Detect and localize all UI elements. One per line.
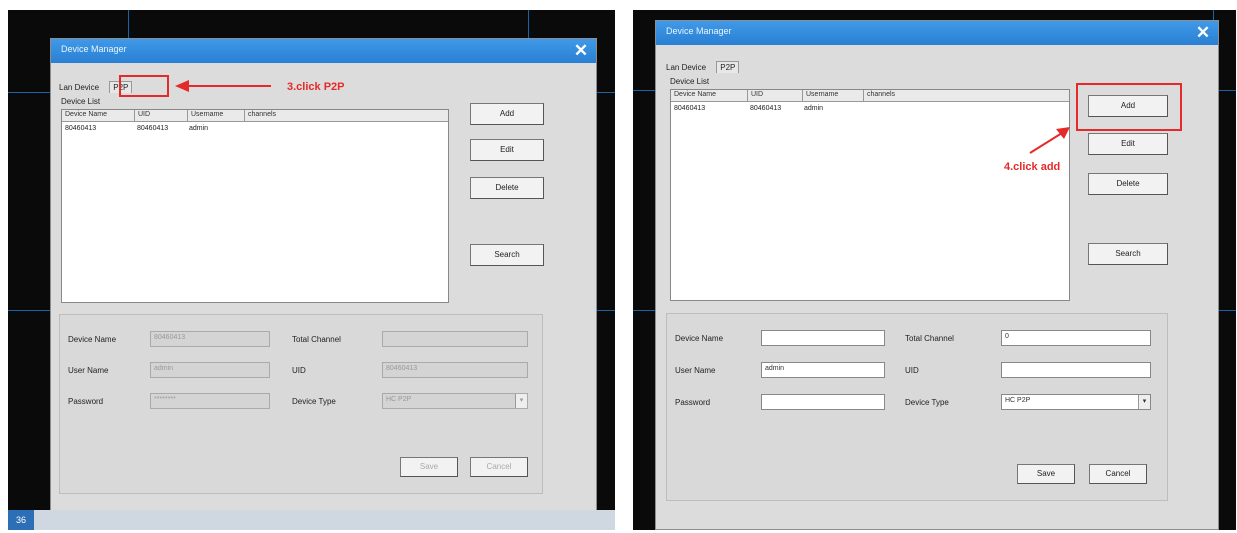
save-button[interactable]: Save bbox=[400, 457, 458, 477]
edit-button[interactable]: Edit bbox=[470, 139, 544, 161]
user-name-label: User Name bbox=[675, 366, 716, 375]
taskbar: 36 bbox=[8, 510, 615, 530]
table-row[interactable]: 80460413 80460413 admin bbox=[62, 122, 448, 132]
device-name-field[interactable]: 80460413 bbox=[150, 331, 270, 347]
cell-username: admin bbox=[189, 125, 209, 132]
cell-channels bbox=[242, 125, 448, 132]
arrow-icon bbox=[1029, 127, 1070, 154]
device-list-label: Device List bbox=[61, 97, 101, 106]
device-name-field[interactable] bbox=[761, 330, 885, 346]
chevron-down-icon[interactable]: ▾ bbox=[515, 394, 527, 408]
device-type-value: HC P2P bbox=[386, 396, 412, 403]
column-header-device-name[interactable]: Device Name bbox=[671, 90, 748, 101]
table-header: Device Name UID Username channels bbox=[62, 110, 448, 122]
delete-button[interactable]: Delete bbox=[1088, 173, 1168, 195]
right-screenshot-panel: Device Manager ✕ Lan Device P2P Device L… bbox=[633, 10, 1236, 530]
uid-field[interactable] bbox=[1001, 362, 1151, 378]
column-header-channels[interactable]: channels bbox=[864, 90, 1069, 101]
search-button[interactable]: Search bbox=[1088, 243, 1168, 265]
annotation-step-4: 4.click add bbox=[1004, 161, 1061, 173]
tab-lan-device[interactable]: Lan Device bbox=[666, 63, 706, 72]
device-list-label: Device List bbox=[670, 77, 710, 86]
password-label: Password bbox=[68, 397, 104, 406]
column-header-device-name[interactable]: Device Name bbox=[62, 110, 135, 121]
device-type-select[interactable]: HC P2P ▾ bbox=[382, 393, 528, 409]
edit-button[interactable]: Edit bbox=[1088, 133, 1168, 155]
column-header-uid[interactable]: UID bbox=[748, 90, 803, 101]
password-field[interactable]: ******** bbox=[150, 393, 270, 409]
save-button[interactable]: Save bbox=[1017, 464, 1075, 484]
user-name-field[interactable]: admin bbox=[761, 362, 885, 378]
cell-device-name: 80460413 bbox=[674, 105, 706, 112]
column-header-username[interactable]: Username bbox=[188, 110, 245, 121]
delete-button[interactable]: Delete bbox=[470, 177, 544, 199]
annotation-step-3: 3.click P2P bbox=[287, 81, 345, 93]
password-label: Password bbox=[675, 398, 711, 407]
device-type-label: Device Type bbox=[292, 397, 336, 406]
table-row[interactable]: 80460413 80460413 admin bbox=[671, 102, 1069, 112]
left-screenshot-panel: Device Manager ✕ Lan Device P2P 3.click … bbox=[8, 10, 615, 530]
device-manager-dialog: Device Manager ✕ Lan Device P2P Device L… bbox=[655, 20, 1219, 530]
dialog-title-bar: Device Manager ✕ bbox=[51, 39, 596, 63]
device-name-label: Device Name bbox=[68, 335, 117, 344]
device-name-label: Device Name bbox=[675, 334, 724, 343]
device-details-group: Device Name User Name admin Password Tot… bbox=[666, 313, 1168, 501]
tab-bar: Lan Device P2P bbox=[666, 61, 747, 73]
cancel-button[interactable]: Cancel bbox=[470, 457, 528, 477]
total-channel-field[interactable] bbox=[382, 331, 528, 347]
close-icon[interactable]: ✕ bbox=[1194, 24, 1212, 42]
uid-label: UID bbox=[905, 366, 919, 375]
uid-label: UID bbox=[292, 366, 306, 375]
device-manager-dialog: Device Manager ✕ Lan Device P2P 3.click … bbox=[50, 38, 597, 528]
chevron-down-icon[interactable]: ▾ bbox=[1138, 395, 1150, 409]
close-icon[interactable]: ✕ bbox=[572, 42, 590, 60]
highlight-add-button bbox=[1076, 83, 1182, 131]
total-channel-label: Total Channel bbox=[905, 334, 954, 343]
cell-username: admin bbox=[804, 105, 824, 112]
user-name-field[interactable]: admin bbox=[150, 362, 270, 378]
total-channel-label: Total Channel bbox=[292, 335, 341, 344]
device-type-label: Device Type bbox=[905, 398, 949, 407]
device-type-select[interactable]: HC P2P ▾ bbox=[1001, 394, 1151, 410]
device-details-group: Device Name 80460413 User Name admin Pas… bbox=[59, 314, 543, 494]
cell-uid: 80460413 bbox=[137, 125, 169, 132]
device-list-table[interactable]: Device Name UID Username channels 804604… bbox=[670, 89, 1070, 301]
arrow-icon bbox=[175, 80, 271, 92]
search-button[interactable]: Search bbox=[470, 244, 544, 266]
cell-channels bbox=[861, 105, 1069, 112]
dialog-title: Device Manager bbox=[666, 26, 732, 36]
device-type-value: HC P2P bbox=[1005, 397, 1031, 404]
column-header-uid[interactable]: UID bbox=[135, 110, 188, 121]
dialog-title-bar: Device Manager ✕ bbox=[656, 21, 1218, 45]
add-button[interactable]: Add bbox=[470, 103, 544, 125]
tab-p2p[interactable]: P2P bbox=[716, 61, 740, 73]
cell-uid: 80460413 bbox=[750, 105, 782, 112]
password-field[interactable] bbox=[761, 394, 885, 410]
table-header: Device Name UID Username channels bbox=[671, 90, 1069, 102]
cancel-button[interactable]: Cancel bbox=[1089, 464, 1147, 484]
device-list-table[interactable]: Device Name UID Username channels 804604… bbox=[61, 109, 449, 303]
highlight-p2p-tab bbox=[119, 75, 169, 97]
taskbar-app-icon[interactable]: 36 bbox=[8, 510, 34, 530]
column-header-channels[interactable]: channels bbox=[245, 110, 448, 121]
total-channel-field[interactable]: 0 bbox=[1001, 330, 1151, 346]
tab-lan-device[interactable]: Lan Device bbox=[59, 83, 99, 92]
cell-device-name: 80460413 bbox=[65, 125, 97, 132]
column-header-username[interactable]: Username bbox=[803, 90, 864, 101]
user-name-label: User Name bbox=[68, 366, 109, 375]
uid-field[interactable]: 80460413 bbox=[382, 362, 528, 378]
dialog-title: Device Manager bbox=[61, 44, 127, 54]
